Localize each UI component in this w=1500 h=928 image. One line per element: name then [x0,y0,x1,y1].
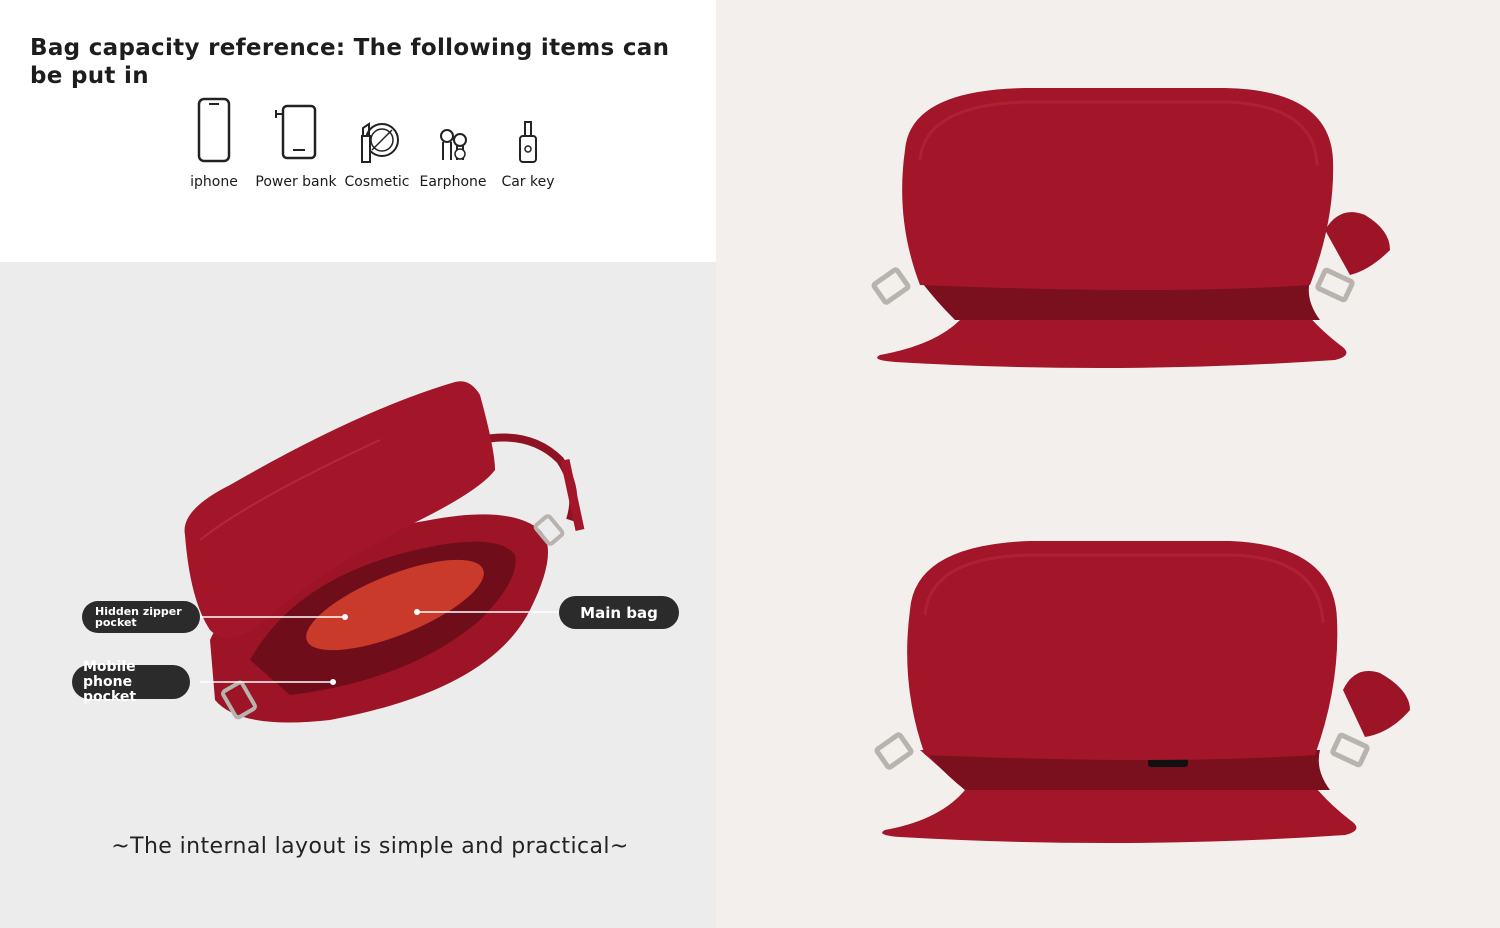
mobile-phone-callout: Mobile phone pocket [72,659,190,704]
item-iphone: iphone [186,96,242,190]
car-key-icon [519,121,537,163]
capacity-heading: Bag capacity reference: The following it… [30,35,670,89]
phone-icon [197,97,231,163]
item-label: Car key [501,174,555,190]
power-bank-icon [275,104,317,160]
item-label: Earphone [419,174,487,190]
callout-label: Mobile phone pocket [83,658,137,705]
cosmetic-icon [361,122,399,163]
hidden-zipper-callout: Hidden zipper pocket [82,601,200,633]
main-bag-callout: Main bag [559,596,679,629]
item-label: iphone [190,174,238,190]
callout-lines [200,609,560,685]
callout-label: Hidden zipper pocket [95,605,182,629]
bag-top-view-filled [874,541,1410,844]
layout-caption: ~The internal layout is simple and pract… [111,834,629,859]
item-power-bank: Power bank [252,96,340,190]
item-label: Power bank [255,174,337,190]
bag-top-view-empty [871,88,1390,369]
item-cosmetic: Cosmetic [344,96,410,190]
item-earphone: Earphone [418,96,488,190]
item-car-key: Car key [498,96,558,190]
callout-label: Main bag [580,603,658,622]
earphone-icon [440,129,467,160]
item-label: Cosmetic [344,174,410,190]
